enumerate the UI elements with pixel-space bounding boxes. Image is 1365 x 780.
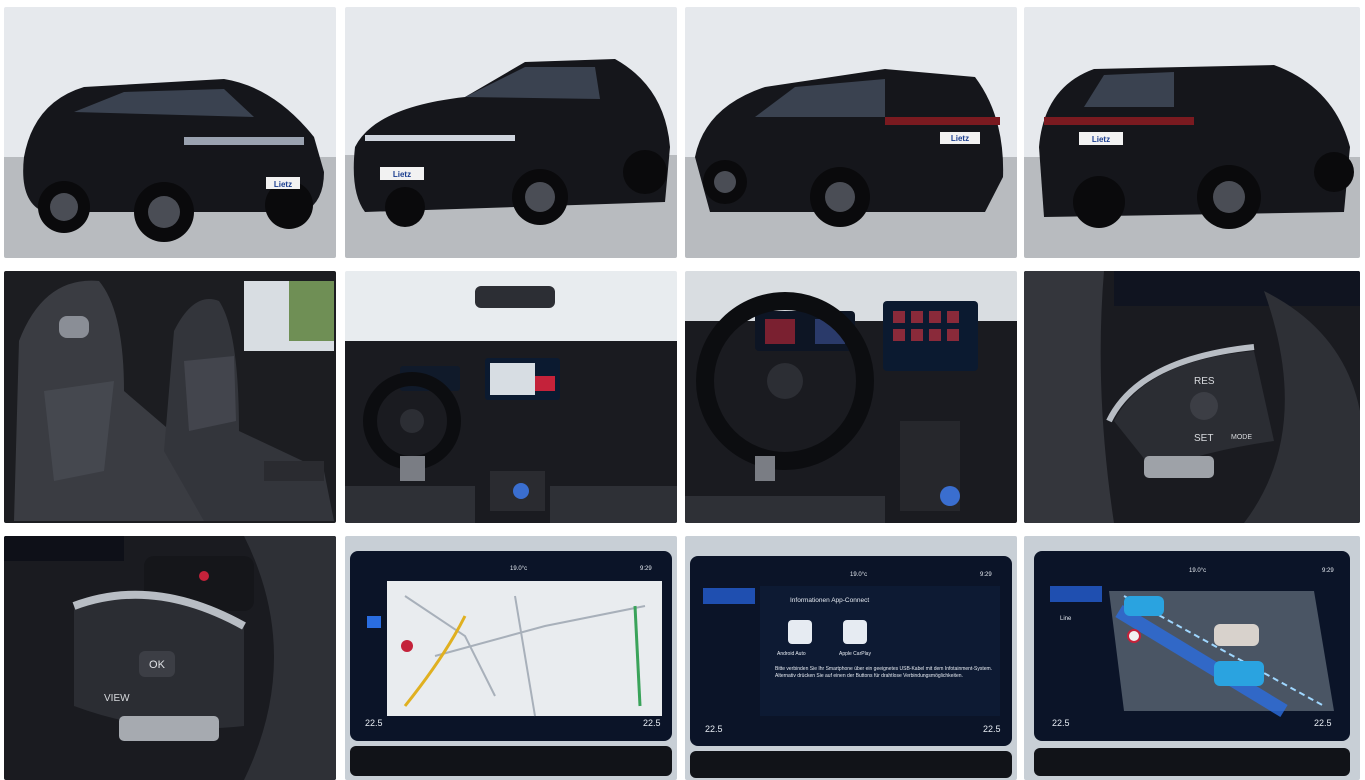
svg-text:Line: Line: [1060, 616, 1072, 622]
svg-text:9:29: 9:29: [1322, 568, 1334, 574]
photo-infotainment-assist-view[interactable]: Line 22.5 22.5 19.0°c 9:29: [1024, 536, 1360, 780]
view-button[interactable]: VIEW: [104, 693, 130, 704]
app-connect-title: Informationen App-Connect: [790, 597, 869, 604]
res-button[interactable]: RES: [1194, 376, 1215, 387]
svg-text:Lietz: Lietz: [951, 134, 969, 143]
android-auto-option[interactable]: Android Auto: [777, 651, 806, 657]
svg-text:22.5: 22.5: [983, 724, 1001, 734]
apple-carplay-option[interactable]: Apple CarPlay: [839, 651, 871, 657]
svg-text:Lietz: Lietz: [1092, 135, 1110, 144]
photo-dashboard-wide[interactable]: [345, 271, 677, 523]
svg-text:19.0°c: 19.0°c: [1189, 568, 1206, 574]
photo-infotainment-navigation-map[interactable]: 22.5 22.5 19.0°c 9:29: [345, 536, 677, 780]
svg-text:22.5: 22.5: [643, 718, 661, 728]
mode-button[interactable]: MODE: [1231, 434, 1252, 441]
svg-text:22.5: 22.5: [1052, 718, 1070, 728]
photo-front-seats[interactable]: [4, 271, 336, 523]
license-plate: Lietz: [274, 180, 292, 189]
photo-infotainment-app-connect[interactable]: Informationen App-Connect Android Auto A…: [685, 536, 1017, 780]
photo-steering-wheel-right-controls[interactable]: RES SET MODE: [1024, 271, 1360, 523]
svg-text:9:29: 9:29: [640, 566, 652, 572]
photo-gallery: Lietz Lietz Lietz Lietz RES SET MODE OK …: [0, 0, 1365, 780]
photo-steering-wheel-left-controls[interactable]: OK VIEW: [4, 536, 336, 780]
app-connect-body: Bitte verbinden Sie Ihr Smartphone über …: [775, 666, 993, 679]
photo-front-right-exterior[interactable]: Lietz: [345, 7, 677, 258]
svg-text:19.0°c: 19.0°c: [850, 572, 867, 578]
ok-button[interactable]: OK: [149, 659, 166, 671]
photo-rear-right-exterior[interactable]: Lietz: [1024, 7, 1360, 258]
photo-rear-left-exterior[interactable]: Lietz: [685, 7, 1017, 258]
svg-text:19.0°c: 19.0°c: [510, 566, 527, 572]
svg-text:22.5: 22.5: [1314, 718, 1332, 728]
svg-text:22.5: 22.5: [705, 724, 723, 734]
photo-front-left-exterior[interactable]: Lietz: [4, 7, 336, 258]
svg-text:Lietz: Lietz: [393, 170, 411, 179]
set-button[interactable]: SET: [1194, 433, 1213, 444]
svg-text:22.5: 22.5: [365, 718, 383, 728]
svg-text:9:29: 9:29: [980, 572, 992, 578]
photo-cockpit-steering-wheel[interactable]: [685, 271, 1017, 523]
